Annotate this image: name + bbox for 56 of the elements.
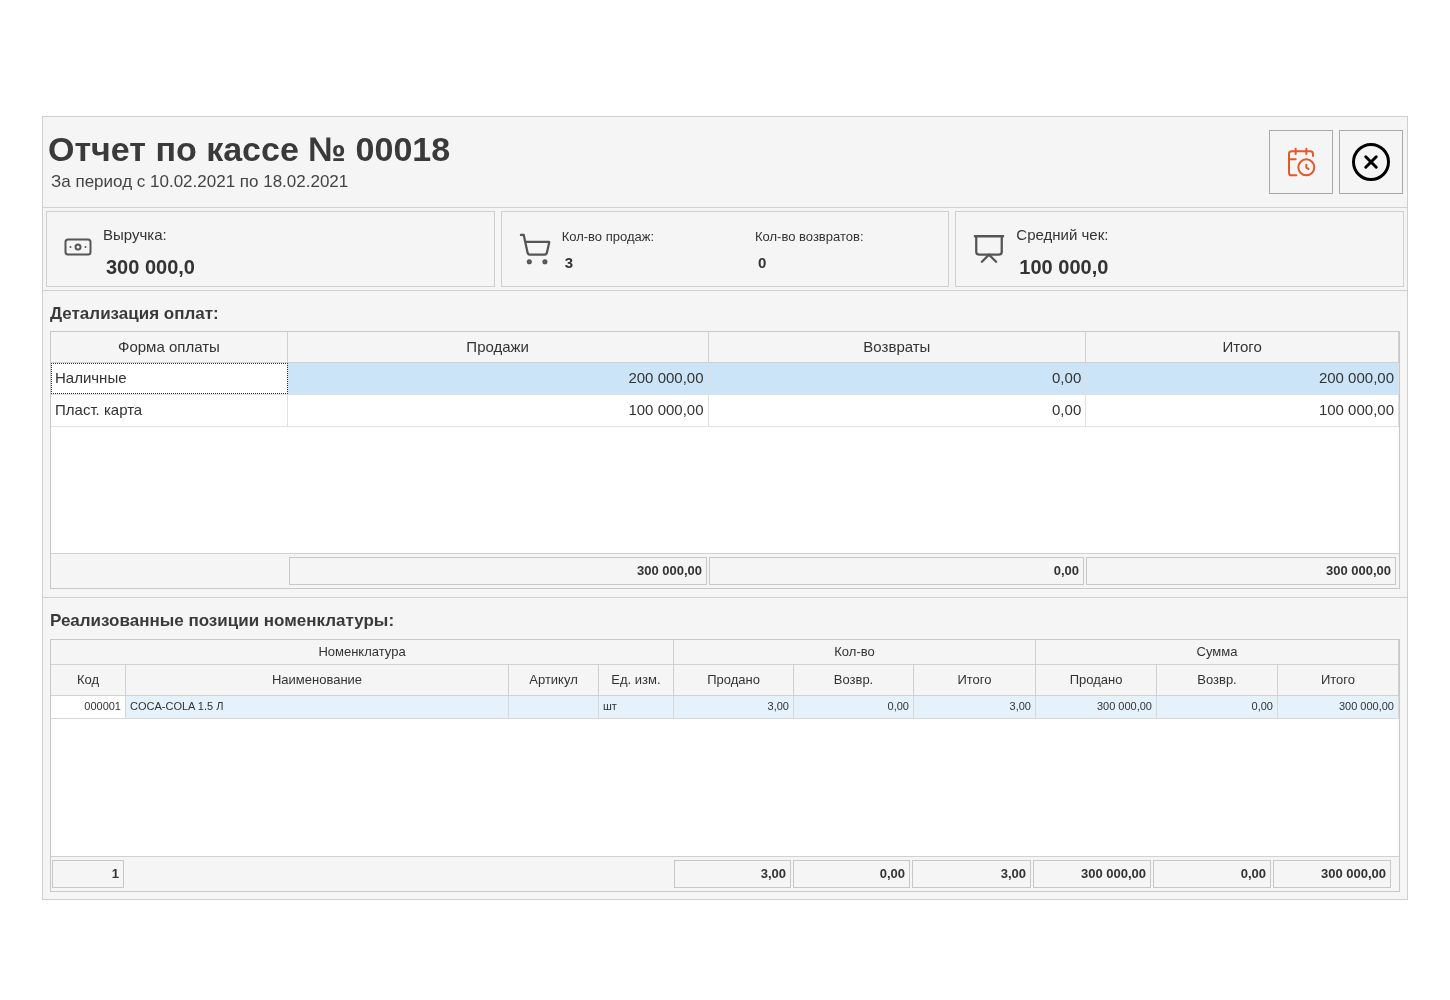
total-cell: 1 [52,859,124,888]
calendar-button[interactable] [1269,129,1333,194]
table-cell: 300 000,00 [1036,695,1157,718]
column-header[interactable]: Артикул [509,664,599,695]
column-header[interactable]: Возвраты [708,332,1087,362]
column-header[interactable]: Итого [1278,664,1399,695]
total-cell: 300 000,00 [1033,859,1151,888]
column-header[interactable]: Форма оплаты [51,332,288,362]
calendar-icon [1285,145,1317,178]
table-cell: 3,00 [674,695,794,718]
section-title: Реализованные позиции номенклатуры: [50,610,396,632]
stat-value: 300 000,0 [106,255,196,280]
total-cell: 300 000,00 [289,557,707,585]
table-cell: 0,00 [794,695,914,718]
total-cell: 0,00 [1153,859,1271,888]
column-header[interactable]: Продажи [287,332,709,362]
column-header[interactable]: Итого [914,664,1036,695]
column-group-header: Номенклатура [51,639,674,664]
table-cell: 0,00 [1157,695,1278,718]
stat-value: 0 [758,253,768,273]
stat-label: Выручка: [103,224,168,245]
total-cell: 3,00 [912,859,1031,888]
total-cell: 300 000,00 [1273,859,1391,888]
table-cell: 200 000,00 [287,363,709,394]
column-header[interactable]: Возвр. [794,664,914,695]
stat-value: 3 [564,253,574,273]
report-title: Отчет по кассе № 00018 [48,129,451,169]
close-icon [1350,140,1392,183]
column-group-header: Кол-во [674,639,1036,664]
stat-label: Средний чек: [1016,224,1110,245]
column-header[interactable]: Наименование [126,664,509,695]
total-cell: 0,00 [793,859,910,888]
column-header[interactable]: Код [51,664,126,695]
total-cell: 3,00 [674,859,791,888]
section-title: Детализация оплат: [50,302,220,325]
column-header[interactable]: Итого [1086,332,1399,362]
table-cell: COCA-COLA 1.5 Л [126,695,509,718]
stat-value: 100 000,0 [1019,255,1110,280]
table-cell: 0,00 [708,363,1087,394]
column-group-header: Сумма [1036,639,1399,664]
report-period: За период с 10.02.2021 по 18.02.2021 [51,171,350,193]
close-button[interactable] [1339,129,1403,194]
total-cell: 300 000,00 [1086,557,1396,585]
table-cell: 300 000,00 [1278,695,1399,718]
table-cell: Наличные [51,363,288,394]
stat-label: Кол-во продаж: [561,227,656,246]
stat-label: Кол-во возвратов: [755,227,865,246]
column-header[interactable]: Продано [1036,664,1157,695]
table-cell: шт [599,695,674,718]
table-cell: 3,00 [914,695,1036,718]
cart-icon [517,231,552,266]
column-header[interactable]: Продано [674,664,794,695]
column-header[interactable]: Ед. изм. [599,664,674,695]
table-cell: 200 000,00 [1086,363,1399,394]
total-cell: 0,00 [709,557,1084,585]
column-header[interactable]: Возвр. [1157,664,1278,695]
